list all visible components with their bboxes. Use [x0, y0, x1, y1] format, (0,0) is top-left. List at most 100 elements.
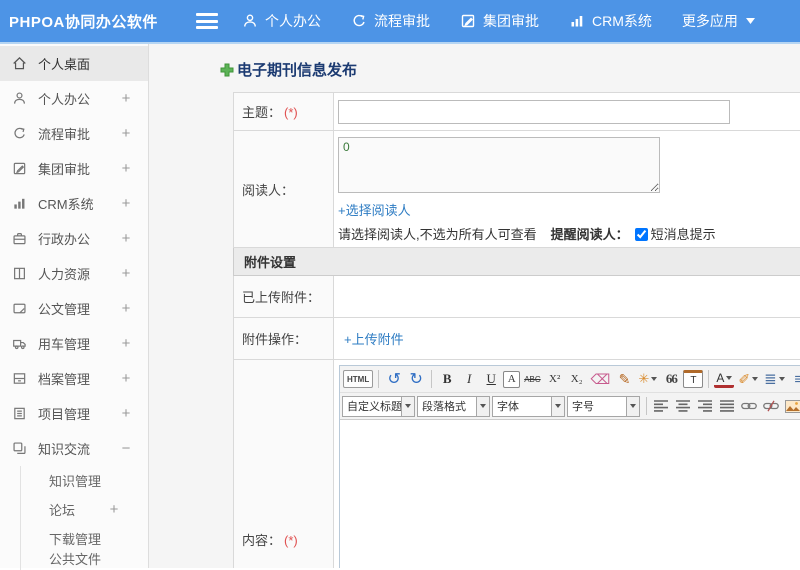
align-center-button[interactable]	[673, 396, 692, 416]
remove-format-button[interactable]: ⌫	[589, 368, 613, 390]
subject-row: 主题： (*)	[233, 92, 800, 131]
book-icon	[14, 267, 25, 280]
person-icon	[244, 14, 256, 27]
html-source-button[interactable]: HTML	[343, 370, 374, 388]
editor-canvas[interactable]	[340, 420, 800, 568]
app-logo: PHPOA协同办公软件	[9, 13, 158, 31]
insert-image-button[interactable]	[783, 396, 800, 416]
expand-toggle[interactable]: +	[120, 335, 132, 352]
home-icon	[13, 57, 26, 70]
redo-button[interactable]: ↻	[406, 368, 426, 390]
chart-icon	[571, 16, 583, 27]
sms-remind-checkbox[interactable]	[634, 228, 648, 241]
caret-down-icon	[551, 396, 564, 416]
subject-input[interactable]	[338, 99, 730, 124]
content-value-cell: HTML ↺ ↻ B I U A ABC X² X₂ ⌫ ✎ ✳ 66 T A …	[333, 359, 800, 568]
sidebar-item-archive-mgmt[interactable]: 档案管理 +	[0, 361, 148, 396]
readers-textarea[interactable]: 0	[338, 137, 660, 193]
page-title: 电子期刊信息发布	[220, 59, 800, 80]
sidebar-item-hr[interactable]: 人力资源 +	[0, 256, 148, 291]
insert-link-button[interactable]	[739, 396, 758, 416]
sidebar-item-admin-office[interactable]: 行政办公 +	[0, 221, 148, 256]
expand-toggle[interactable]: +	[120, 90, 132, 107]
subscript-button[interactable]: X₂	[567, 368, 587, 390]
expand-toggle[interactable]: +	[120, 230, 132, 247]
upload-attachment-link[interactable]: +上传附件	[344, 329, 404, 348]
blockquote-button[interactable]: 66	[661, 368, 681, 390]
sidebar-item-label: 知识管理	[49, 474, 102, 489]
remove-link-button[interactable]	[761, 396, 780, 416]
sidebar-item-label: CRM系统	[38, 197, 94, 212]
editor-toolbar-row1: HTML ↺ ↻ B I U A ABC X² X₂ ⌫ ✎ ✳ 66 T A …	[340, 366, 800, 393]
sidebar-item-crm[interactable]: CRM系统 +	[0, 186, 148, 221]
nav-crm-system[interactable]: CRM系统	[569, 11, 652, 31]
superscript-button[interactable]: X²	[545, 368, 565, 390]
nav-personal-office[interactable]: 个人办公	[242, 11, 321, 31]
underline-button[interactable]: U	[481, 368, 501, 390]
paragraph-format-dropdown[interactable]: 段落格式	[417, 395, 490, 417]
expand-toggle[interactable]: +	[120, 300, 132, 317]
expand-toggle[interactable]: +	[120, 125, 132, 142]
uploaded-label: 已上传附件：	[242, 290, 321, 305]
format-brush-button[interactable]: ✎	[614, 368, 634, 390]
select-readers-link[interactable]: +选择阅读人	[338, 200, 411, 219]
font-color-button[interactable]: A	[714, 370, 735, 388]
undo-button[interactable]: ↺	[384, 368, 404, 390]
align-right-icon	[697, 400, 712, 412]
nav-group-approval[interactable]: 集团审批	[460, 11, 539, 31]
attachment-section-row: 附件设置	[233, 247, 800, 276]
strikethrough-button[interactable]: ABC	[522, 368, 542, 390]
nav-more-apps[interactable]: 更多应用	[682, 11, 762, 31]
sidebar-item-vehicle-mgmt[interactable]: 用车管理 +	[0, 326, 148, 361]
publish-form: 主题： (*) 阅读人： 0 +选择阅读人 请选择阅读人,不选为所有人可查看 提醒阅…	[233, 92, 800, 568]
knowledge-icon	[13, 442, 26, 454]
sidebar-item-personal-office[interactable]: 个人办公 +	[0, 81, 148, 116]
custom-heading-dropdown[interactable]: 自定义标题	[342, 395, 415, 417]
flow-icon	[353, 14, 365, 27]
attach-op-value-cell: +上传附件	[333, 317, 800, 360]
italic-button[interactable]: I	[459, 368, 479, 390]
expand-toggle[interactable]: +	[120, 370, 132, 387]
main-content: 电子期刊信息发布 主题： (*) 阅读人： 0 +选择阅读人 请选择阅读人,不选…	[149, 44, 800, 568]
font-size-dropdown[interactable]: 字号	[567, 395, 640, 417]
expand-toggle[interactable]: +	[120, 265, 132, 282]
sidebar-item-label: 流程审批	[38, 127, 91, 142]
expand-toggle[interactable]: +	[120, 195, 132, 212]
expand-toggle[interactable]: +	[108, 501, 120, 518]
hamburger-menu-icon[interactable]	[196, 13, 218, 29]
sidebar-item-doc-mgmt[interactable]: 公文管理 +	[0, 291, 148, 326]
sidebar-subitem-public-cabinet[interactable]: 公共文件柜	[21, 552, 148, 570]
highlight-button[interactable]: ✐	[736, 368, 760, 390]
bold-button[interactable]: B	[437, 368, 457, 390]
sidebar-item-workflow-approval[interactable]: 流程审批 +	[0, 116, 148, 151]
quick-format-button[interactable]: ✳	[636, 368, 659, 390]
paste-text-button[interactable]: T	[683, 370, 704, 388]
required-mark: (*)	[284, 533, 298, 548]
sidebar-item-project-mgmt[interactable]: 项目管理 +	[0, 396, 148, 431]
edit-icon	[13, 162, 26, 175]
remind-readers-label: 提醒阅读人：	[550, 227, 629, 242]
expand-toggle[interactable]: +	[120, 160, 132, 177]
unlink-icon	[762, 400, 779, 412]
align-justify-button[interactable]	[717, 396, 736, 416]
expand-toggle[interactable]: +	[120, 405, 132, 422]
nav-workflow-approval[interactable]: 流程审批	[351, 11, 430, 31]
align-left-button[interactable]	[651, 396, 670, 416]
sidebar-item-group-approval[interactable]: 集团审批 +	[0, 151, 148, 186]
sidebar-subitem-knowledge-mgmt[interactable]: 知识管理	[21, 466, 148, 495]
nav-label: 个人办公	[265, 13, 321, 29]
briefcase-icon	[13, 233, 26, 245]
sidebar-item-label: 项目管理	[38, 407, 91, 422]
sidebar-item-desktop[interactable]: 个人桌面	[0, 46, 148, 81]
sidebar-item-label: 档案管理	[38, 372, 91, 387]
caret-down-icon	[752, 377, 759, 381]
align-right-button[interactable]	[695, 396, 714, 416]
sidebar-item-knowledge[interactable]: 知识交流 −	[0, 431, 148, 466]
sidebar-item-label: 集团审批	[38, 162, 91, 177]
font-family-dropdown[interactable]: 字体	[492, 395, 565, 417]
ordered-list-button[interactable]: ≣	[762, 368, 787, 390]
font-box-button[interactable]: A	[503, 370, 521, 388]
unordered-list-button[interactable]: ≡	[789, 368, 800, 390]
sidebar-subitem-forum[interactable]: 论坛 +	[21, 495, 148, 524]
expand-toggle[interactable]: −	[120, 440, 132, 457]
